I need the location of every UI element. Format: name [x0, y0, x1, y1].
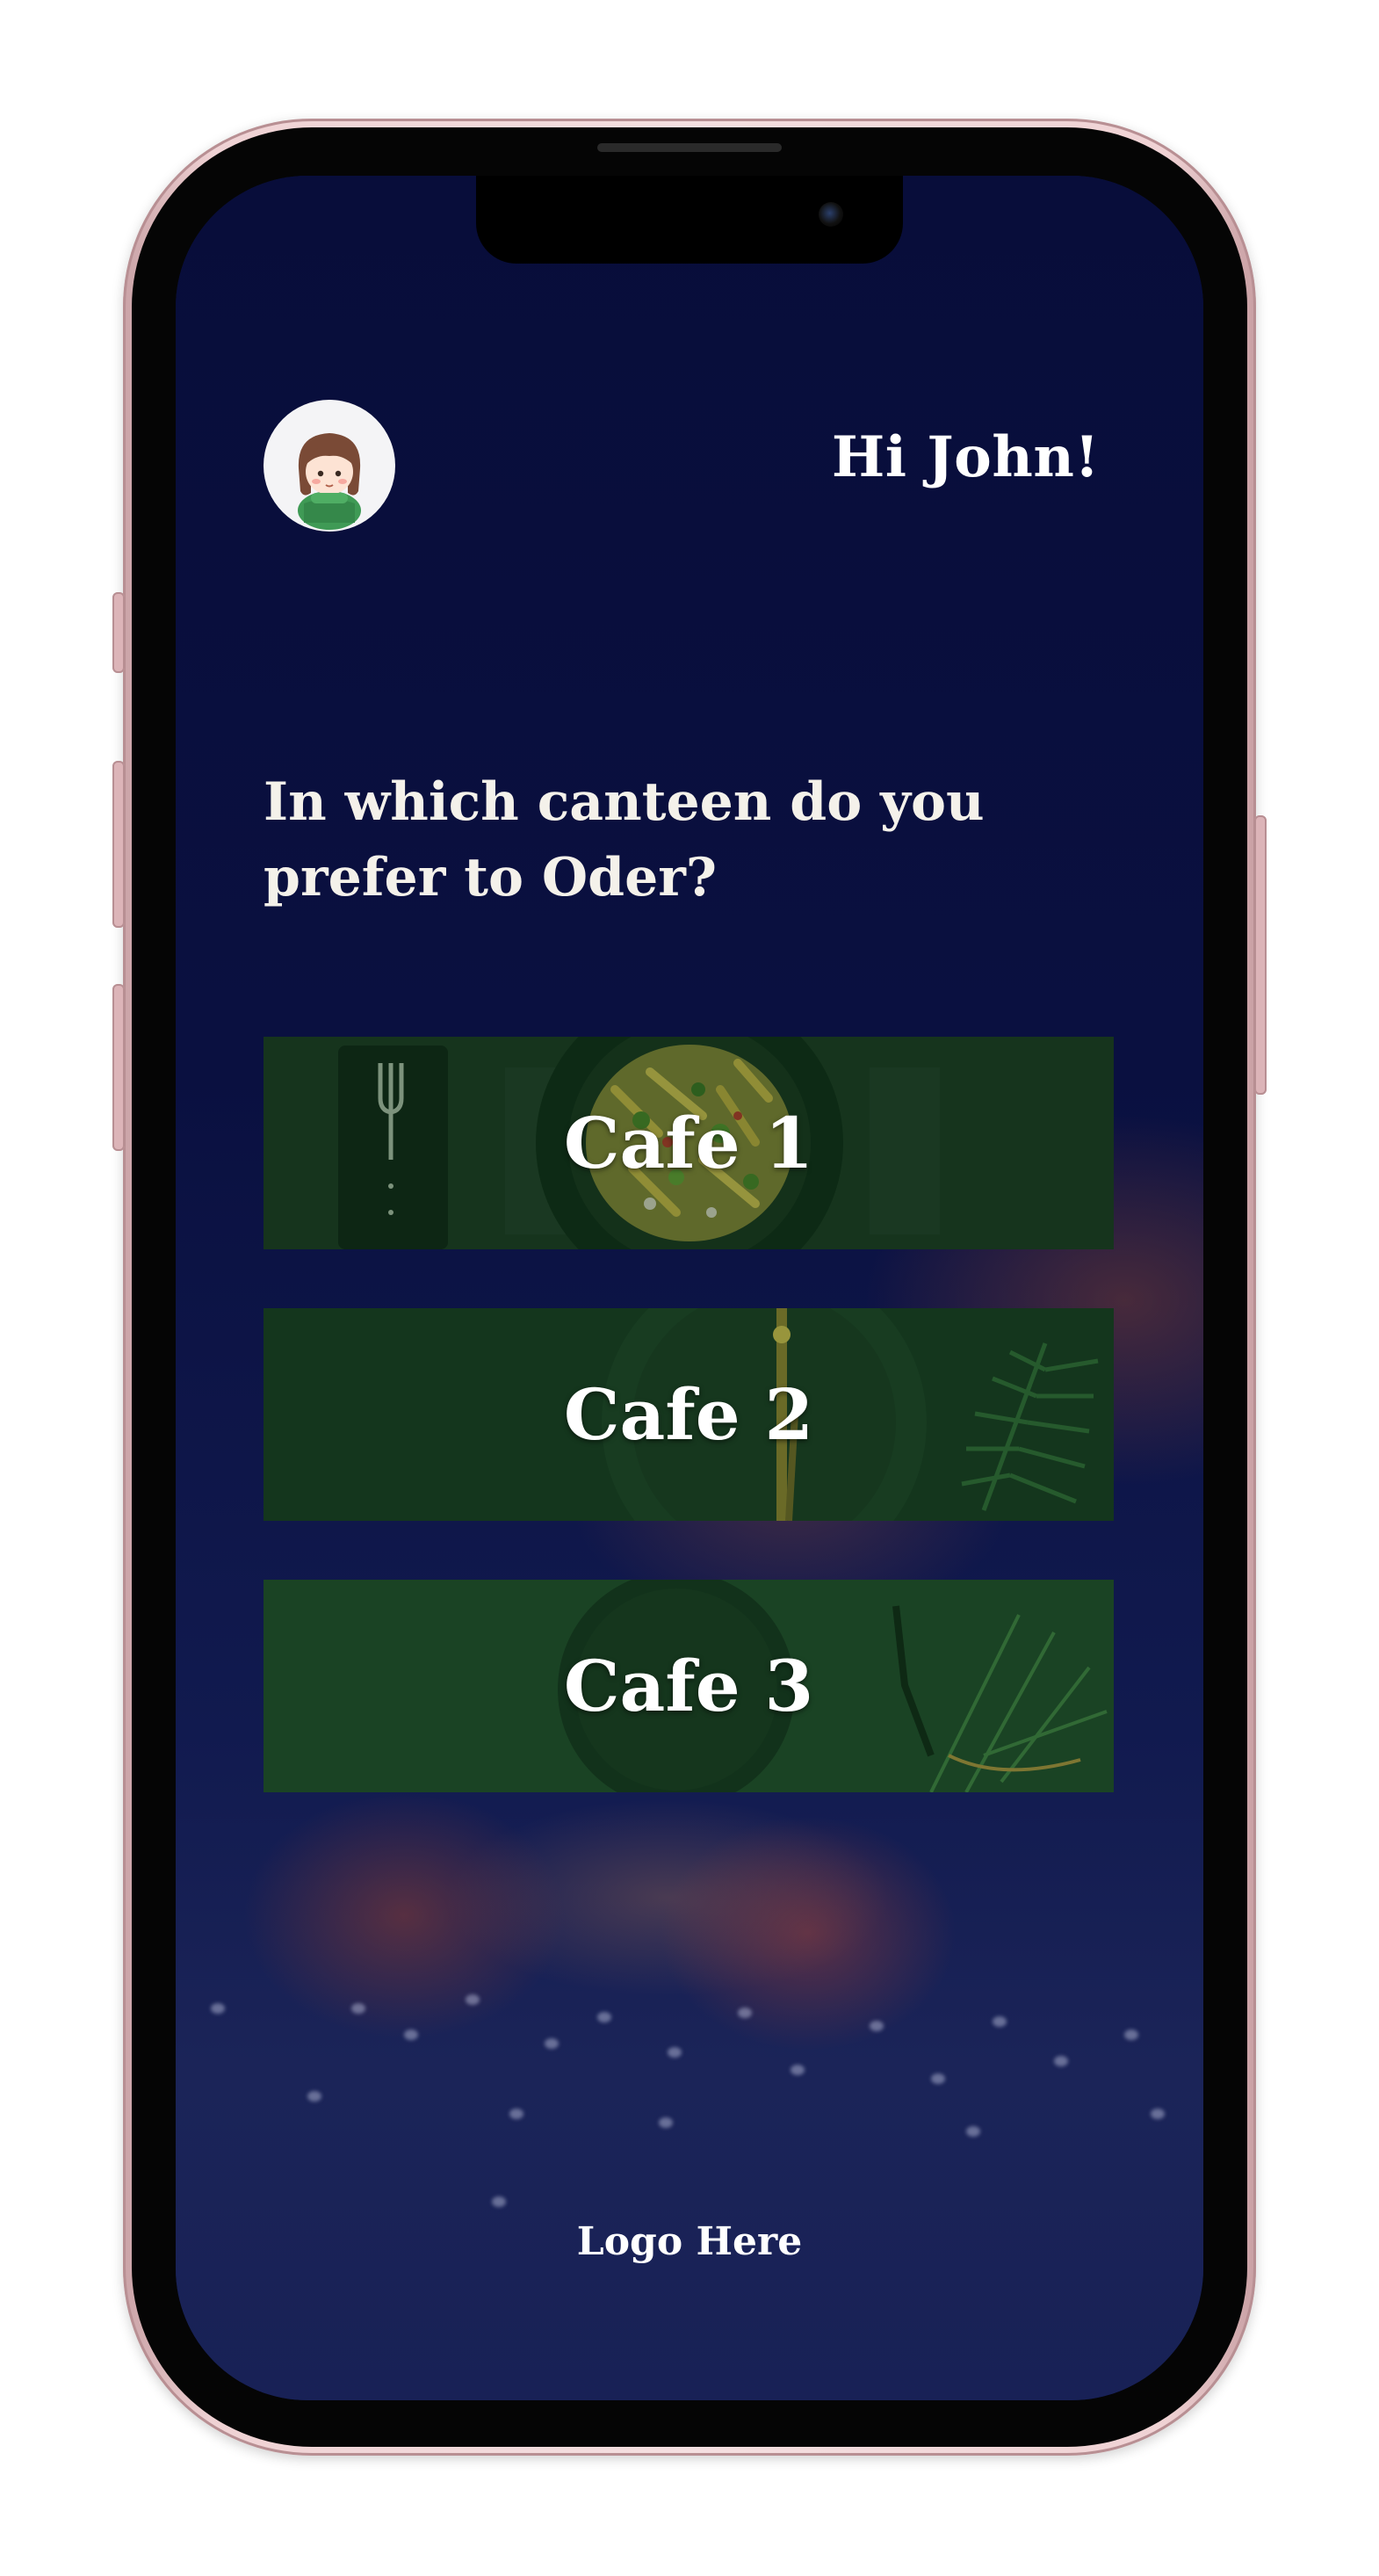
display-notch [476, 176, 903, 264]
logo-placeholder: Logo Here [576, 2219, 803, 2264]
cafe-2-label: Cafe 2 [563, 1373, 814, 1456]
profile-avatar[interactable] [264, 400, 395, 532]
girl-avatar-icon [298, 433, 361, 530]
cafe-3-button[interactable]: Cafe 3 [264, 1580, 1114, 1792]
volume-up-button [112, 761, 125, 928]
cafe-1-label: Cafe 1 [563, 1102, 814, 1184]
cafe-1-button[interactable]: Cafe 1 [264, 1037, 1114, 1249]
power-button [1254, 815, 1267, 1095]
front-camera-icon [819, 202, 843, 227]
app-screen: Hi John! In which canteen do you prefer … [176, 176, 1203, 2400]
speaker-slit [597, 143, 782, 152]
cafe-3-label: Cafe 3 [563, 1645, 814, 1727]
volume-down-button [112, 984, 125, 1151]
cafe-2-button[interactable]: Cafe 2 [264, 1308, 1114, 1521]
silent-switch [112, 592, 125, 673]
greeting-title: Hi John! [831, 424, 1100, 490]
canteen-question-heading: In which canteen do you prefer to Oder? [264, 771, 985, 908]
